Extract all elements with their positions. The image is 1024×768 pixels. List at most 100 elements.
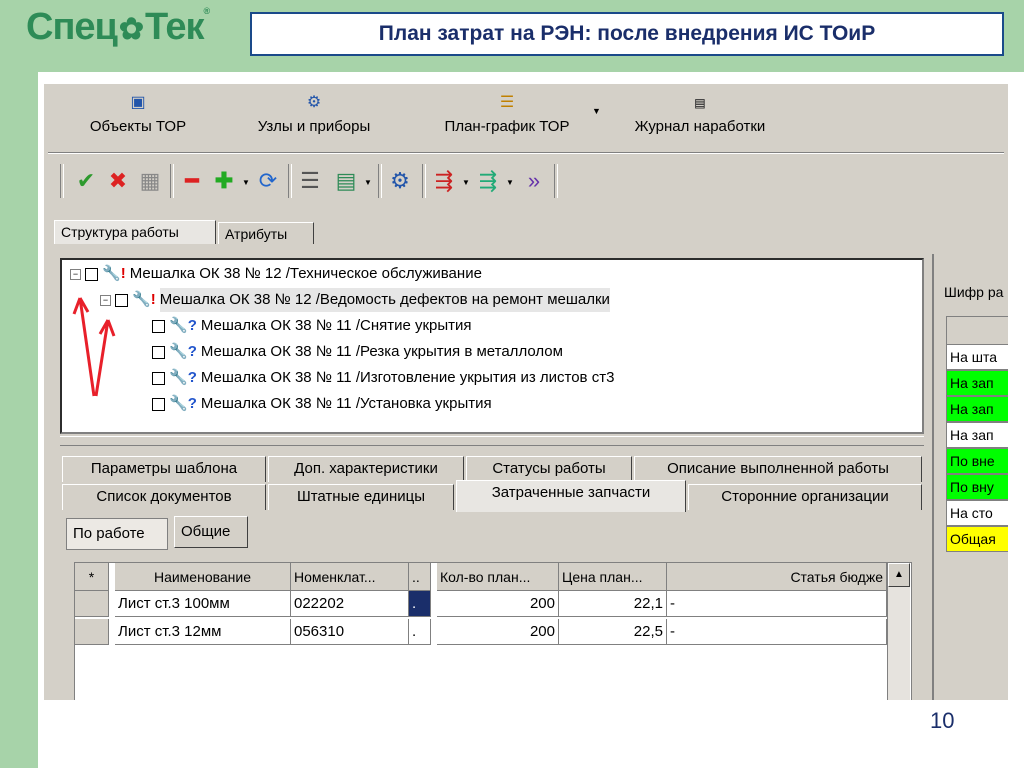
tab-work-description[interactable]: Описание выполненной работы — [634, 456, 922, 482]
scroll-up-icon[interactable]: ▲ — [888, 563, 910, 587]
page-number: 10 — [930, 708, 955, 733]
chevron-down-icon[interactable]: ▼ — [242, 178, 250, 187]
right-grid-row[interactable]: На зап — [946, 396, 1008, 422]
grid-cell[interactable]: Лист ст.3 12мм — [115, 619, 291, 645]
menu-schedule[interactable]: ☰ План-график ТОР — [432, 92, 582, 135]
gear-icon[interactable]: ⚙ — [386, 166, 414, 196]
tab-label: Затраченные запчасти — [491, 484, 651, 501]
right-panel: Шифр ра На шта На зап На зап На зап По в… — [932, 254, 1008, 700]
tab-label: Сторонние организации — [721, 488, 889, 505]
tree-leaf-label: Мешалка ОК 38 № 11 /Резка укрытия в мета… — [200, 343, 563, 360]
tree-leaf[interactable]: 🔧? Мешалка ОК 38 № 11 /Снятие укрытия — [152, 314, 472, 338]
tab-attributes-label: Атрибуты — [225, 226, 288, 242]
tree-child-label: Мешалка ОК 38 № 12 /Ведомость дефектов н… — [159, 288, 610, 312]
checkbox[interactable] — [152, 319, 165, 333]
tab-label: Доп. характеристики — [294, 460, 438, 477]
tab-label: Список документов — [96, 488, 232, 505]
tab-staff-units[interactable]: Штатные единицы — [268, 484, 454, 510]
column-header[interactable]: Кол-во план... — [437, 563, 559, 591]
tab-structure[interactable]: Структура работы — [54, 220, 216, 244]
grid-icon[interactable]: ▦ — [136, 166, 164, 196]
tree-child[interactable]: − 🔧! Мешалка ОК 38 № 12 /Ведомость дефек… — [100, 288, 610, 312]
spare-parts-grid: * Наименование Номенклат... .. Кол-во пл… — [74, 562, 912, 700]
column-header[interactable]: * — [75, 563, 109, 591]
menu-journal[interactable]: ▤ Журнал наработки — [618, 92, 782, 135]
minus-icon[interactable]: ━ — [178, 166, 206, 196]
tree-leaf[interactable]: 🔧? Мешалка ОК 38 № 11 /Установка укрытия — [152, 392, 492, 416]
chevron-down-icon[interactable]: ▼ — [506, 178, 514, 187]
annotation-arrows — [72, 297, 116, 397]
tab-work-statuses[interactable]: Статусы работы — [466, 456, 632, 482]
tab-spare-parts[interactable]: Затраченные запчасти — [456, 480, 686, 512]
arrow-up-right — [94, 319, 116, 397]
right-grid-row[interactable]: По вну — [946, 474, 1008, 500]
toolbar-separator — [378, 164, 382, 198]
right-grid-row[interactable]: На зап — [946, 370, 1008, 396]
tree-add-icon[interactable]: ⇶ — [474, 166, 502, 196]
row-indicator[interactable] — [75, 619, 109, 645]
tree-leaf[interactable]: 🔧? Мешалка ОК 38 № 11 /Резка укрытия в м… — [152, 340, 563, 364]
checkbox[interactable] — [152, 397, 165, 411]
refresh-icon[interactable]: ⟳ — [254, 166, 282, 196]
list-icon[interactable]: ☰ — [296, 166, 324, 196]
toolbar-separator — [554, 164, 558, 198]
checkbox[interactable] — [152, 371, 165, 385]
column-header[interactable]: .. — [409, 563, 431, 591]
column-header[interactable]: Цена план... — [559, 563, 667, 591]
toolbar-separator — [170, 164, 174, 198]
table-icon[interactable]: ▤ — [332, 166, 360, 196]
column-header[interactable]: Статья бюдже — [667, 563, 887, 591]
tab-label: Статусы работы — [492, 460, 606, 477]
grid-cell[interactable]: . — [409, 591, 431, 617]
tab-structure-label: Структура работы — [61, 224, 179, 240]
grid-cell[interactable]: 200 — [437, 619, 559, 645]
grid-cell[interactable]: 200 — [437, 591, 559, 617]
right-grid-row[interactable]: На сто — [946, 500, 1008, 526]
grid-cell[interactable]: . — [409, 619, 431, 645]
menu-objects[interactable]: ▣ Объекты ТОР — [80, 92, 196, 135]
grid-cell[interactable]: 22,5 — [559, 619, 667, 645]
right-grid-row[interactable]: По вне — [946, 448, 1008, 474]
tab-label: Описание выполненной работы — [667, 460, 889, 477]
tab-template-params[interactable]: Параметры шаблона — [62, 456, 266, 482]
row-indicator[interactable] — [75, 591, 109, 617]
grid-cell[interactable]: 22,1 — [559, 591, 667, 617]
tree-nav-icon[interactable]: » — [520, 166, 548, 196]
toolbar-separator — [422, 164, 426, 198]
slide-title: План затрат на РЭН: после внедрения ИС Т… — [250, 12, 1004, 56]
chevron-down-icon[interactable]: ▼ — [364, 178, 372, 187]
toolbar-separator — [60, 164, 64, 198]
tree-move-icon[interactable]: ⇶ — [430, 166, 458, 196]
tree-leaf-label: Мешалка ОК 38 № 11 /Изготовление укрытия… — [200, 369, 615, 386]
cross-icon[interactable]: ✖ — [104, 166, 132, 196]
grid-cell[interactable]: 022202 — [291, 591, 409, 617]
by-work-button[interactable]: По работе — [66, 518, 168, 550]
right-grid-row[interactable]: На шта — [946, 344, 1008, 370]
grid-cell[interactable]: - — [667, 619, 887, 645]
tab-extra-characteristics[interactable]: Доп. характеристики — [268, 456, 464, 482]
grid-cell[interactable]: Лист ст.3 100мм — [115, 591, 291, 617]
splitter[interactable] — [60, 436, 924, 446]
main-menu: ▣ Объекты ТОР ⚙ Узлы и приборы ☰ План-гр… — [44, 84, 1008, 148]
plus-icon[interactable]: ✚ — [210, 166, 238, 196]
column-header[interactable]: Номенклат... — [291, 563, 409, 591]
grid-cell[interactable]: - — [667, 591, 887, 617]
grid-scrollbar[interactable]: ▲ — [887, 563, 910, 700]
common-button[interactable]: Общие — [174, 516, 248, 548]
menu-nodes[interactable]: ⚙ Узлы и приборы — [244, 92, 384, 135]
right-grid-row[interactable]: Общая — [946, 526, 1008, 552]
chevron-down-icon[interactable]: ▼ — [592, 106, 601, 116]
checkbox[interactable] — [152, 345, 165, 359]
tree-leaf[interactable]: 🔧? Мешалка ОК 38 № 11 /Изготовление укры… — [152, 366, 614, 390]
right-grid-row[interactable]: На зап — [946, 422, 1008, 448]
check-icon[interactable]: ✔ — [72, 166, 100, 196]
tab-attributes[interactable]: Атрибуты — [218, 222, 314, 244]
tree-leaf-label: Мешалка ОК 38 № 11 /Снятие укрытия — [200, 317, 472, 334]
tab-documents[interactable]: Список документов — [62, 484, 266, 510]
grid-cell[interactable]: 056310 — [291, 619, 409, 645]
registered-mark: ® — [203, 6, 211, 16]
chevron-down-icon[interactable]: ▼ — [462, 178, 470, 187]
tab-contractors[interactable]: Сторонние организации — [688, 484, 922, 510]
column-header[interactable]: Наименование — [115, 563, 291, 591]
wrench-question-icon: 🔧? — [169, 395, 197, 412]
